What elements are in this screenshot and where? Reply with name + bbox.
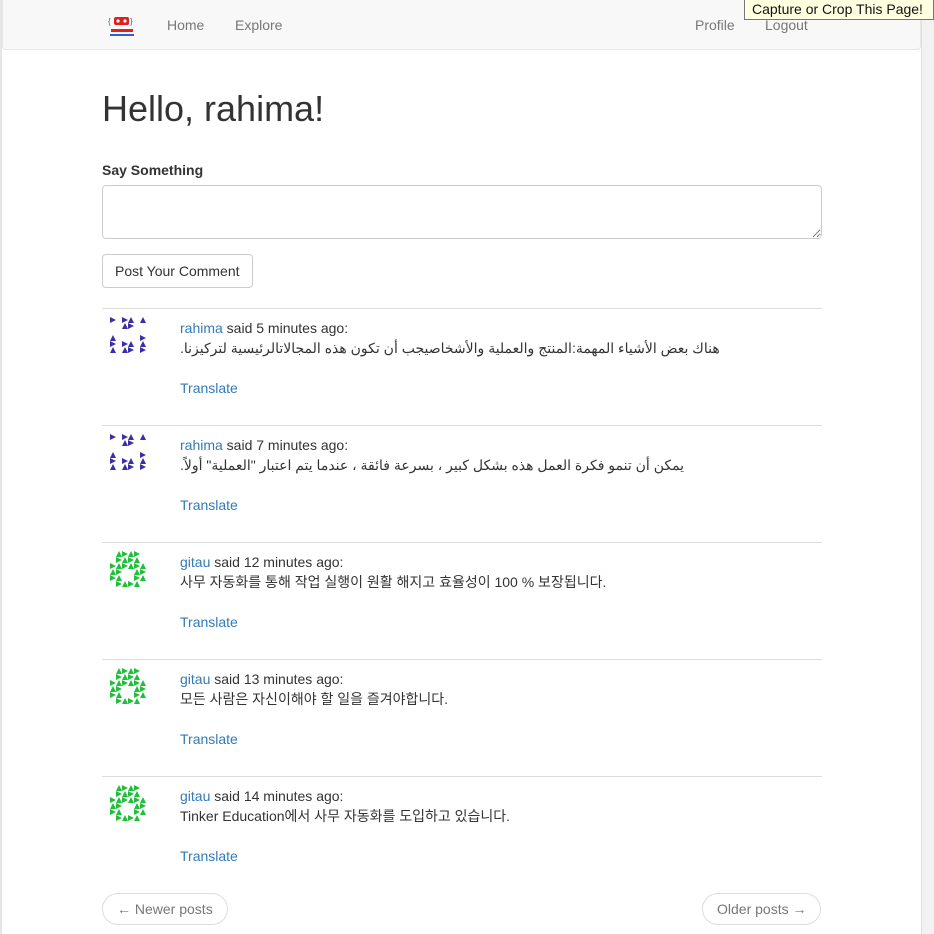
post-content: rahima said 5 minutes ago: هناك بعض الأشي…	[180, 318, 810, 358]
post-item: rahima said 7 minutes ago: يمكن أن تنمو ف…	[102, 425, 822, 542]
nav-profile-link[interactable]: Profile	[695, 16, 735, 34]
post-timestamp: said 7 minutes ago:	[222, 437, 349, 453]
post-author-link[interactable]: gitau	[180, 788, 210, 804]
post-body: 사무 자동화를 통해 작업 실행이 원활 해지고 효율성이 100 % 보장됩니…	[180, 574, 607, 590]
translate-link[interactable]: Translate	[180, 729, 238, 749]
post-item: gitau said 13 minutes ago: 모든 사람은 자신이해야 할…	[102, 659, 822, 776]
translate-link[interactable]: Translate	[180, 612, 238, 632]
capture-tooltip: Capture or Crop This Page!	[744, 0, 934, 20]
svg-text:{: {	[108, 17, 111, 26]
user-avatar[interactable]	[110, 785, 146, 821]
post-body: Tinker Education에서 사무 자동화를 도입하고 있습니다.	[180, 808, 511, 824]
post-item: gitau said 12 minutes ago: 사무 자동화를 통해 작업 …	[102, 542, 822, 659]
post-author-link[interactable]: rahima	[180, 437, 223, 453]
post-author-link[interactable]: gitau	[180, 671, 210, 687]
post-author-link[interactable]: gitau	[180, 554, 210, 570]
post-content: gitau said 14 minutes ago: Tinker Educati…	[180, 786, 810, 826]
newer-posts-button[interactable]: ← Newer posts	[102, 893, 228, 925]
brand-logo[interactable]: { }	[107, 14, 137, 40]
user-avatar[interactable]	[110, 551, 146, 587]
translate-link[interactable]: Translate	[180, 495, 238, 515]
comment-input[interactable]	[102, 185, 822, 239]
older-posts-button[interactable]: Older posts →	[702, 893, 822, 925]
post-item: rahima said 5 minutes ago: هناك بعض الأشي…	[102, 308, 822, 425]
svg-text:}: }	[130, 17, 133, 26]
post-timestamp: said 13 minutes ago:	[210, 671, 344, 687]
translate-link[interactable]: Translate	[180, 378, 238, 398]
post-timestamp: said 12 minutes ago:	[210, 554, 344, 570]
user-avatar[interactable]	[110, 668, 146, 704]
post-body: يمكن أن تنمو فكرة العمل هذه بشكل كبير ، …	[180, 457, 685, 473]
post-item: gitau said 14 minutes ago: Tinker Educati…	[102, 776, 822, 893]
page-title: Hello, rahima!	[102, 88, 325, 129]
comment-label: Say Something	[102, 162, 204, 178]
post-body: 모든 사람은 자신이해야 할 일을 즐겨야합니다.	[180, 691, 449, 707]
post-comment-button[interactable]: Post Your Comment	[102, 254, 253, 288]
nav-home-link[interactable]: Home	[167, 16, 204, 34]
post-body: هناك بعض الأشياء المهمة:المنتج والعملية …	[180, 340, 720, 356]
user-avatar[interactable]	[110, 317, 146, 353]
post-content: gitau said 12 minutes ago: 사무 자동화를 통해 작업 …	[180, 552, 810, 592]
nav-explore-link[interactable]: Explore	[235, 16, 282, 34]
post-timestamp: said 5 minutes ago:	[222, 320, 349, 336]
post-content: gitau said 13 minutes ago: 모든 사람은 자신이해야 할…	[180, 669, 810, 709]
window-left-edge	[0, 0, 2, 934]
post-content: rahima said 7 minutes ago: يمكن أن تنمو ف…	[180, 435, 810, 475]
user-avatar[interactable]	[110, 434, 146, 470]
post-author-link[interactable]: rahima	[180, 320, 223, 336]
translate-link[interactable]: Translate	[180, 846, 238, 866]
window-right-edge	[921, 0, 934, 934]
post-timestamp: said 14 minutes ago:	[210, 788, 344, 804]
